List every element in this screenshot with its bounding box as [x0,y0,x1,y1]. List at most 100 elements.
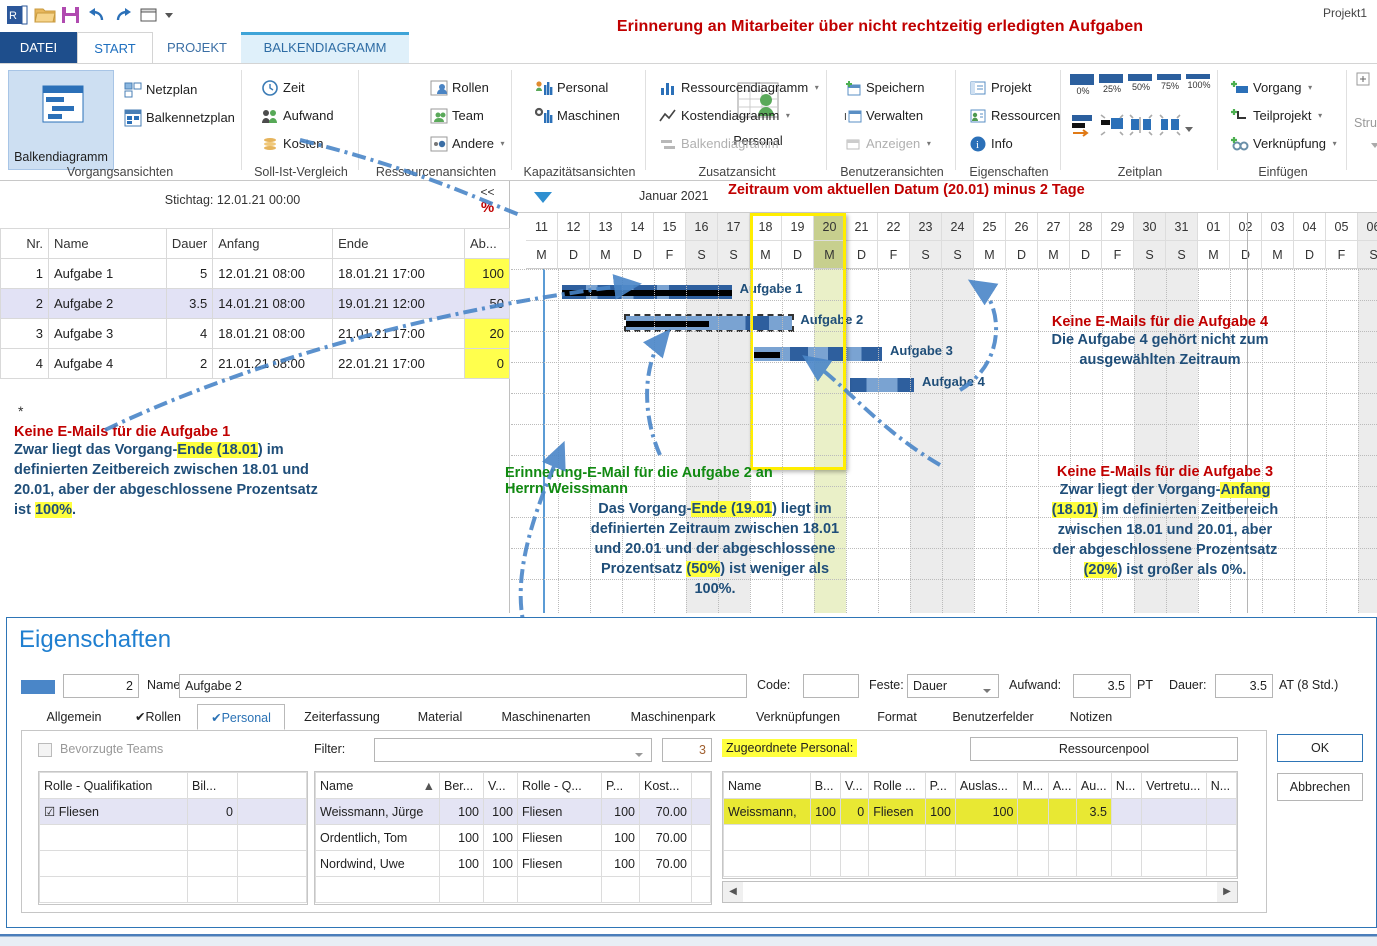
table-row[interactable]: Weissmann, 100 0 Fliesen 100 100 3.5 [723,798,1237,825]
table-row[interactable] [39,850,307,877]
chevron-down-icon[interactable] [1370,138,1377,153]
col-header-blank[interactable] [237,772,307,799]
table-row[interactable]: 1 Aufgabe 1 5 12.01.21 08:00 18.01.21 17… [0,258,511,289]
col-header-n1[interactable]: N... [1110,772,1143,799]
chevron-down-icon[interactable] [1184,122,1194,137]
button-verwalten[interactable]: I Verwalten [842,104,923,128]
new-row-marker[interactable]: * [18,403,23,419]
col-header-name[interactable]: Name [47,228,167,259]
button-schedule-other[interactable] [1157,112,1183,138]
dauer-field[interactable]: 3.5 [1215,674,1273,698]
dialog-tab-format[interactable]: Format [861,704,933,730]
open-icon[interactable] [34,4,56,26]
table-row[interactable]: Ordentlich, Tom 100 100 Fliesen 100 70.0… [315,824,711,851]
dialog-tab-material[interactable]: Material [399,704,481,730]
col-header-n2[interactable]: N... [1205,772,1237,799]
chevron-down-icon[interactable]: ▾ [815,83,819,92]
table-row[interactable] [315,876,711,903]
col-header-v[interactable]: V... [483,772,518,799]
col-header-rolle-qualifikation[interactable]: Rolle - Qualifikation [39,772,188,799]
button-team[interactable]: Team [428,104,484,128]
button-kapazitaet-personal[interactable]: Personal [533,76,608,100]
bevorzugte-teams-checkbox[interactable] [38,743,52,757]
button-progress-0[interactable]: 0% [1070,74,1096,96]
dialog-tab-notizen[interactable]: Notizen [1053,704,1129,730]
save-icon[interactable] [60,4,82,26]
col-header-p[interactable]: P... [924,772,956,799]
button-speichern[interactable]: Speichern [842,76,925,100]
col-header-b[interactable]: B... [809,772,841,799]
chevron-down-icon[interactable]: ▾ [1308,83,1312,92]
col-header-rolle-q[interactable]: Rolle - Q... [517,772,602,799]
dialog-tab-benutzerfelder[interactable]: Benutzerfelder [937,704,1049,730]
button-vorgang-einfuegen[interactable]: Vorgang ▾ [1229,76,1312,100]
chevron-down-icon[interactable]: ▾ [1318,111,1322,120]
ressourcenpool-button[interactable]: Ressourcenpool [970,737,1238,761]
button-andere[interactable]: Andere ▾ [428,132,505,156]
struktur-icon[interactable] [1356,72,1376,95]
col-header-v[interactable]: V... [839,772,870,799]
col-header-name[interactable]: Name [723,772,811,799]
roles-grid[interactable]: Rolle - Qualifikation Bil... ☑ Fliesen 0 [38,771,308,905]
button-info[interactable]: i Info [967,132,1013,156]
table-row[interactable]: Nordwind, Uwe 100 100 Fliesen 100 70.00 [315,850,711,877]
col-header-blank[interactable] [691,772,711,799]
dialog-tab-maschinenarten[interactable]: Maschinenarten [485,704,607,730]
tab-projekt[interactable]: PROJEKT [153,32,241,64]
dialog-tab-maschinenpark[interactable]: Maschinenpark [611,704,735,730]
table-row[interactable]: 2 Aufgabe 2 3.5 14.01.21 08:00 19.01.21 … [0,288,511,319]
button-schedule-center[interactable] [1128,112,1154,138]
scroll-left-arrow-icon[interactable]: ◀ [723,882,743,902]
task-name-field[interactable]: Aufgabe 2 [179,674,747,698]
table-row[interactable]: 4 Aufgabe 4 2 21.01.21 08:00 22.01.21 17… [0,348,511,379]
dialog-tab-allgemein[interactable]: Allgemein [31,704,117,730]
tab-datei[interactable]: DATEI [0,32,77,64]
dialog-tab-rollen[interactable]: ✔Rollen [119,704,197,730]
col-header-a[interactable]: A... [1047,772,1077,799]
button-rollen[interactable]: Rollen [428,76,489,100]
undo-icon[interactable] [86,4,108,26]
chevron-down-icon[interactable]: ▾ [501,139,505,148]
task-color-chip[interactable] [21,680,55,694]
col-header-vertretu[interactable]: Vertretu... [1141,772,1207,799]
table-row[interactable] [723,850,1237,877]
col-header-ende[interactable]: Ende [332,228,465,259]
button-netzplan[interactable]: Netzplan [122,78,197,102]
collapse-indicator[interactable]: << [465,185,510,199]
col-header-abgeschlossen[interactable]: Ab... [463,228,511,259]
redo-icon[interactable] [112,4,134,26]
button-balkendiagramm-view[interactable]: Balkendiagramm [8,70,114,170]
dialog-tab-personal[interactable]: ✔Personal [197,704,285,730]
button-kapazitaet-maschinen[interactable]: Maschinen [533,104,620,128]
button-balkennetzplan[interactable]: Balkennetzplan [122,106,235,130]
button-ressourcen-props[interactable]: Ressourcen [967,104,1060,128]
dialog-tab-zeiterfassung[interactable]: Zeiterfassung [289,704,395,730]
button-ressourcendiagramm[interactable]: Ressourcendiagramm ▾ [657,76,819,100]
col-header-dauer[interactable]: Dauer [165,228,214,259]
table-row[interactable] [723,824,1237,851]
ok-button[interactable]: OK [1277,734,1363,762]
filter-count-field[interactable]: 3 [662,738,712,762]
app-icon[interactable]: R [6,4,28,26]
button-progress-100[interactable]: 100% [1186,74,1212,90]
chevron-down-icon[interactable] [982,683,992,698]
button-verknuepfung-einfuegen[interactable]: Verknüpfung ▾ [1229,132,1337,156]
button-kostendiagramm[interactable]: Kostendiagramm ▾ [657,104,790,128]
col-header-p[interactable]: P... [601,772,640,799]
button-aufwand[interactable]: Aufwand [259,104,334,128]
col-header-auslas[interactable]: Auslas... [954,772,1019,799]
button-teilprojekt-einfuegen[interactable]: Teilprojekt ▾ [1229,104,1322,128]
chevron-down-icon[interactable] [634,747,644,762]
col-header-nr[interactable]: Nr. [0,228,49,259]
col-header-au[interactable]: Au... [1075,772,1112,799]
table-row[interactable] [39,876,307,903]
aufwand-field[interactable]: 3.5 [1073,674,1131,698]
cancel-button[interactable]: Abbrechen [1277,773,1363,801]
task-id-field[interactable]: 2 [63,674,139,698]
dialog-tab-verknuepfungen[interactable]: Verknüpfungen [739,704,857,730]
chevron-down-icon[interactable]: ▾ [1333,139,1337,148]
button-zeit[interactable]: Zeit [259,76,305,100]
button-progress-50[interactable]: 50% [1128,74,1154,92]
gantt-bar-aufgabe-4[interactable] [850,378,914,392]
button-schedule-align-left[interactable] [1070,112,1096,138]
